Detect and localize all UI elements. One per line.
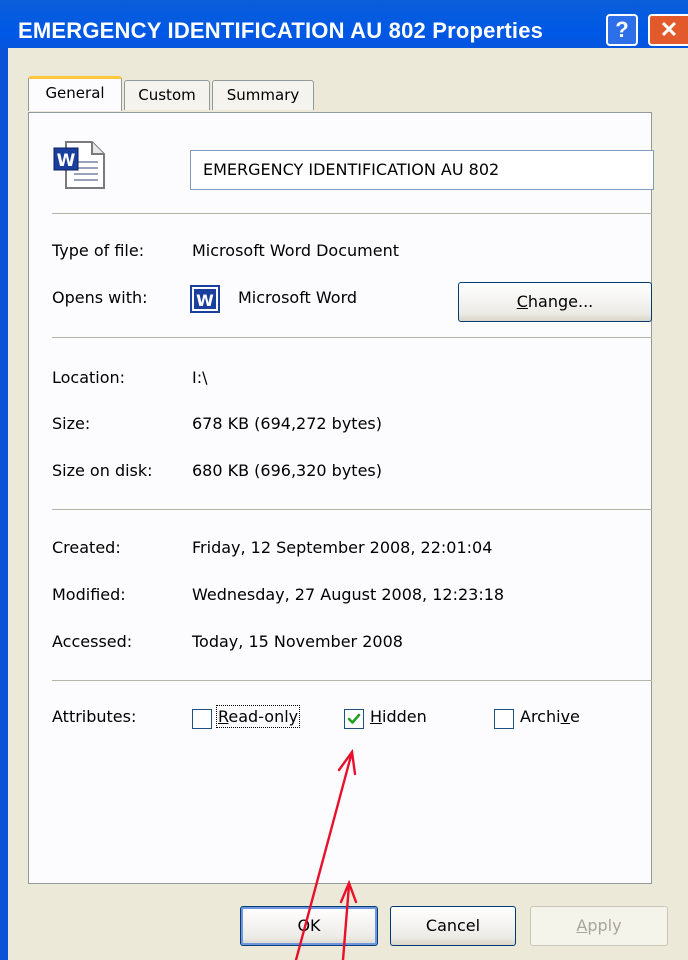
close-icon: ✕ — [659, 17, 679, 42]
hidden-mnemonic: H — [370, 707, 383, 726]
svg-text:W: W — [196, 291, 214, 310]
created-value: Friday, 12 September 2008, 22:01:04 — [192, 538, 493, 557]
read-only-mnemonic: R — [218, 707, 229, 726]
tab-summary-label: Summary — [226, 86, 300, 104]
read-only-checkbox[interactable] — [192, 709, 212, 729]
size-on-disk-value: 680 KB (696,320 bytes) — [192, 461, 382, 480]
size-label: Size: — [52, 414, 91, 433]
hidden-text: idden — [382, 707, 427, 726]
change-button[interactable]: Change... — [458, 282, 652, 322]
read-only-label[interactable]: Read-only — [215, 705, 301, 728]
read-only-text: ead-only — [228, 707, 299, 726]
archive-text-end: e — [570, 707, 580, 726]
type-of-file-value: Microsoft Word Document — [192, 241, 399, 260]
opens-with-label: Opens with: — [52, 288, 148, 307]
separator — [52, 337, 652, 338]
help-button[interactable]: ? — [606, 14, 638, 46]
location-label: Location: — [52, 368, 126, 387]
separator — [52, 213, 652, 214]
type-of-file-label: Type of file: — [52, 241, 145, 260]
general-tab-panel — [28, 112, 652, 884]
modified-label: Modified: — [52, 585, 126, 604]
hidden-label[interactable]: Hidden — [370, 707, 427, 726]
size-on-disk-label: Size on disk: — [52, 461, 153, 480]
accessed-label: Accessed: — [52, 632, 133, 651]
attributes-label: Attributes: — [52, 707, 137, 726]
separator — [52, 509, 652, 510]
change-label: hange... — [527, 292, 594, 311]
close-button[interactable]: ✕ — [648, 14, 688, 46]
ok-button[interactable]: OK — [240, 906, 378, 946]
accessed-value: Today, 15 November 2008 — [192, 632, 403, 651]
window-title: EMERGENCY IDENTIFICATION AU 802 Properti… — [18, 18, 544, 43]
opens-with-value: Microsoft Word — [238, 288, 358, 307]
size-value: 678 KB (694,272 bytes) — [192, 414, 382, 433]
apply-label: pply — [587, 916, 622, 935]
change-mnemonic: C — [516, 292, 528, 311]
tab-general-label: General — [45, 84, 105, 102]
archive-text-start: Archi — [520, 707, 561, 726]
cancel-button[interactable]: Cancel — [390, 906, 516, 946]
location-value: I:\ — [192, 368, 208, 387]
created-label: Created: — [52, 538, 121, 557]
help-icon: ? — [615, 17, 629, 42]
archive-checkbox[interactable] — [494, 709, 514, 729]
tab-general[interactable]: General — [28, 76, 122, 111]
archive-label[interactable]: Archive — [520, 707, 580, 726]
separator — [52, 680, 652, 681]
tab-summary[interactable]: Summary — [212, 80, 314, 110]
hidden-checkbox[interactable] — [344, 709, 364, 729]
word-app-icon: W — [190, 285, 220, 313]
file-name-field[interactable]: EMERGENCY IDENTIFICATION AU 802 — [190, 150, 654, 190]
word-document-icon: W — [53, 141, 105, 189]
apply-button[interactable]: Apply — [530, 906, 668, 946]
check-mark-icon — [347, 713, 361, 724]
tab-custom[interactable]: Custom — [124, 80, 210, 110]
tab-custom-label: Custom — [138, 86, 196, 104]
apply-mnemonic: A — [576, 916, 588, 935]
archive-mnemonic: v — [560, 707, 571, 726]
svg-text:W: W — [57, 151, 76, 171]
modified-value: Wednesday, 27 August 2008, 12:23:18 — [192, 585, 505, 604]
